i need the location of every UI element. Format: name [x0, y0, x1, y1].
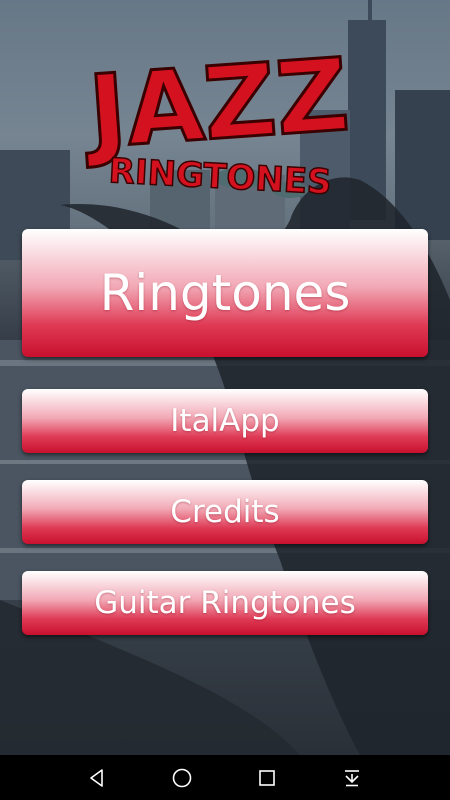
guitar-ringtones-button-label: Guitar Ringtones	[94, 585, 356, 621]
notification-down-button[interactable]	[322, 755, 382, 800]
italapp-button[interactable]: ItalApp	[22, 389, 428, 453]
app-screen: JAZZ RINGTONES Ringtones ItalApp Credits…	[0, 0, 450, 800]
home-button[interactable]	[152, 755, 212, 800]
credits-button[interactable]: Credits	[22, 480, 428, 544]
ringtones-button[interactable]: Ringtones	[22, 229, 428, 357]
guitar-ringtones-button[interactable]: Guitar Ringtones	[22, 571, 428, 635]
jazz-ringtones-logo: JAZZ RINGTONES	[10, 30, 430, 205]
back-icon	[90, 768, 103, 787]
recent-apps-icon	[259, 769, 275, 786]
italapp-button-label: ItalApp	[170, 403, 280, 439]
back-button[interactable]	[67, 755, 127, 800]
credits-button-label: Credits	[170, 494, 280, 530]
navigation-bar	[0, 755, 450, 800]
notification-down-icon	[345, 769, 359, 786]
logo-subtitle: RINGTONES	[108, 151, 333, 203]
home-icon	[172, 768, 192, 787]
ringtones-button-label: Ringtones	[99, 264, 351, 322]
recent-apps-button[interactable]	[237, 755, 297, 800]
